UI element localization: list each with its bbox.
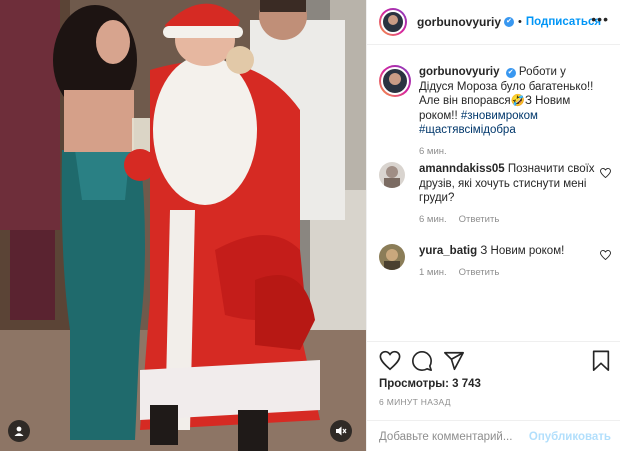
- comment-text: З Новим роком!: [480, 245, 565, 257]
- post-timestamp[interactable]: 6 МИНУТ НАЗАД: [379, 397, 451, 407]
- commenter-avatar[interactable]: [379, 244, 405, 270]
- heart-icon[interactable]: [379, 350, 401, 372]
- post-media[interactable]: [0, 0, 366, 451]
- comment-time[interactable]: 6 мин.: [419, 214, 447, 225]
- post-header: gorbunovyuriy ✔ • Подписаться •••: [367, 0, 620, 45]
- caption-author-avatar[interactable]: [379, 65, 411, 97]
- verified-badge-icon: ✔: [505, 68, 516, 78]
- separator-dot: •: [518, 16, 522, 28]
- author-avatar[interactable]: [379, 8, 407, 36]
- bookmark-icon[interactable]: [591, 350, 611, 372]
- commenter-avatar[interactable]: [379, 162, 405, 188]
- follow-button[interactable]: Подписаться: [526, 16, 601, 28]
- paper-plane-icon[interactable]: [443, 350, 465, 372]
- post-actions: Просмотры: 3 743 6 МИНУТ НАЗАД Опубликов…: [367, 341, 620, 451]
- caption-author-username[interactable]: gorbunovyuriy: [419, 66, 500, 78]
- reply-button[interactable]: Ответить: [459, 214, 500, 225]
- tagged-people-button[interactable]: [8, 420, 30, 442]
- views-label: Просмотры:: [379, 378, 449, 390]
- mute-toggle-button[interactable]: [330, 420, 352, 442]
- comment-time[interactable]: 1 мин.: [419, 267, 447, 278]
- caption-time[interactable]: 6 мин.: [419, 146, 447, 157]
- commenter-username[interactable]: yura_batig: [419, 245, 477, 257]
- heart-icon[interactable]: [600, 168, 611, 178]
- person-tag-icon: [14, 426, 24, 436]
- comment-icon[interactable]: [411, 350, 433, 372]
- more-options-icon[interactable]: •••: [591, 12, 609, 26]
- post-side-panel: gorbunovyuriy ✔ • Подписаться ••• gorbun…: [366, 0, 620, 451]
- publish-button[interactable]: Опубликовать: [529, 431, 611, 443]
- comments-list: gorbunovyuriy ✔ Роботи у Дідуся Мороза б…: [367, 46, 620, 341]
- views-count[interactable]: Просмотры: 3 743: [379, 378, 481, 390]
- heart-icon[interactable]: [600, 250, 611, 260]
- comment-input[interactable]: [379, 430, 529, 443]
- views-number: 3 743: [452, 378, 481, 390]
- commenter-username[interactable]: amanndakiss05: [419, 163, 505, 175]
- reply-button[interactable]: Ответить: [459, 267, 500, 278]
- speaker-muted-icon: [336, 426, 347, 436]
- author-username[interactable]: gorbunovyuriy: [417, 15, 501, 29]
- comment-composer: Опубликовать: [367, 420, 620, 451]
- post-video-frame: [0, 0, 366, 451]
- verified-badge-icon: ✔: [504, 17, 515, 27]
